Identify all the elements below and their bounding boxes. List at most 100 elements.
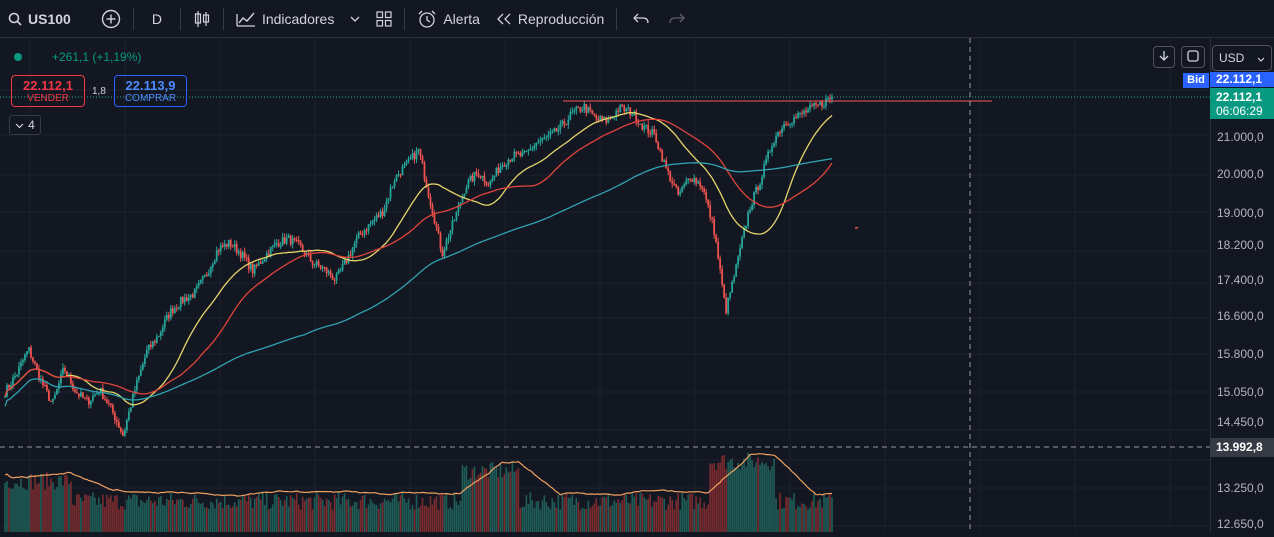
volume-bar (319, 497, 322, 532)
volume-bar (655, 502, 658, 532)
candle-body (171, 308, 174, 314)
volume-bar (195, 498, 198, 532)
candle-body (82, 392, 84, 398)
candle-body (617, 110, 620, 112)
redo-button[interactable] (661, 0, 693, 37)
volume-bar (259, 499, 262, 532)
candle-body (183, 297, 186, 303)
replay-button[interactable]: Reproducción (488, 0, 612, 37)
volume-bar (166, 498, 168, 532)
volume-bar (253, 498, 256, 532)
candle-body (397, 174, 400, 176)
volume-bar (613, 500, 616, 532)
candle-body (517, 152, 520, 154)
volume-bar (387, 500, 390, 532)
candle-body (579, 107, 582, 112)
candle-body (671, 181, 674, 184)
sell-button[interactable]: 22.112,1 VENDER (11, 75, 85, 107)
volume-bar (283, 500, 286, 532)
volume-bar (429, 496, 432, 532)
volume-bar (62, 485, 64, 532)
templates-button[interactable] (368, 0, 400, 37)
chart-pane[interactable] (0, 37, 1210, 532)
volume-bar (671, 499, 673, 532)
volume-bar (66, 475, 68, 532)
volume-bar (717, 462, 719, 532)
currency-select[interactable]: USD (1212, 45, 1272, 71)
candle-body (699, 181, 702, 187)
buy-button[interactable]: 22.113,9 COMPRAR (114, 75, 187, 107)
auto-scale-button[interactable] (1181, 46, 1205, 68)
candle-body (395, 174, 398, 182)
undo-button[interactable] (621, 0, 661, 37)
candle-body (109, 403, 112, 405)
candle-body (54, 394, 56, 399)
spread-value: 1,8 (92, 86, 106, 97)
volume-bar (641, 493, 644, 532)
volume-bar (741, 465, 743, 532)
volume-bar (102, 494, 104, 532)
volume-bar (803, 504, 805, 532)
candle-body (263, 258, 266, 262)
candle-body (481, 175, 484, 178)
volume-bar (465, 465, 468, 532)
candle-body (277, 243, 280, 247)
volume-bar (389, 502, 392, 532)
candle-body (173, 308, 176, 314)
alert-button[interactable]: Alerta (409, 0, 488, 37)
volume-bar (373, 504, 376, 532)
candle-body (333, 279, 336, 281)
volume-bar (537, 500, 540, 532)
scroll-to-latest-button[interactable] (1153, 46, 1175, 68)
volume-bar (32, 489, 34, 532)
candle-body (649, 133, 652, 135)
bar-countdown: 06:06:29 (1216, 104, 1263, 118)
chevron-down-icon[interactable] (350, 16, 360, 22)
candle-body (805, 110, 807, 113)
candle-body (751, 205, 753, 211)
volume-bar (445, 492, 448, 532)
indicators-button[interactable]: Indicadores (228, 0, 368, 37)
volume-bar (96, 504, 98, 532)
candle-body (315, 261, 318, 265)
price-chart[interactable] (0, 37, 1210, 532)
candle-body (341, 263, 344, 270)
candle-body (339, 269, 342, 271)
chart-type-button[interactable] (185, 0, 219, 37)
candle-body (201, 276, 204, 280)
candle-body (299, 241, 302, 246)
volume-bar (245, 501, 248, 532)
volume-bar (823, 493, 825, 532)
volume-bar (711, 464, 713, 532)
volume-bar (58, 476, 60, 532)
volume-bar (193, 494, 196, 532)
indicators-count: 4 (28, 118, 35, 132)
volume-bar (179, 498, 182, 532)
candle-body (817, 104, 819, 106)
candle-body (625, 108, 628, 112)
price-axis-label: 14.450,0 (1217, 415, 1264, 429)
candle-body (265, 253, 268, 259)
volume-bar (631, 492, 634, 532)
interval-button[interactable]: D (138, 0, 176, 37)
candle-body (335, 274, 338, 281)
candle-body (813, 103, 815, 106)
candle-body (557, 129, 560, 132)
candle-body (551, 130, 554, 133)
volume-bar (653, 501, 656, 532)
candle-body (289, 235, 292, 245)
volume-bar (727, 462, 729, 532)
volume-bar (817, 500, 819, 532)
candle-body (455, 211, 458, 221)
symbol-search[interactable]: US100 (0, 0, 79, 37)
candle-body (309, 254, 312, 262)
candle-body (537, 141, 540, 143)
volume-bar (771, 466, 773, 532)
volume-bar (423, 506, 426, 532)
volume-bar (605, 497, 608, 532)
compare-add-button[interactable] (93, 0, 129, 37)
volume-bar (805, 506, 807, 532)
candle-body (271, 245, 274, 247)
volume-bar (625, 494, 628, 532)
indicators-toggle[interactable]: 4 (9, 115, 41, 135)
